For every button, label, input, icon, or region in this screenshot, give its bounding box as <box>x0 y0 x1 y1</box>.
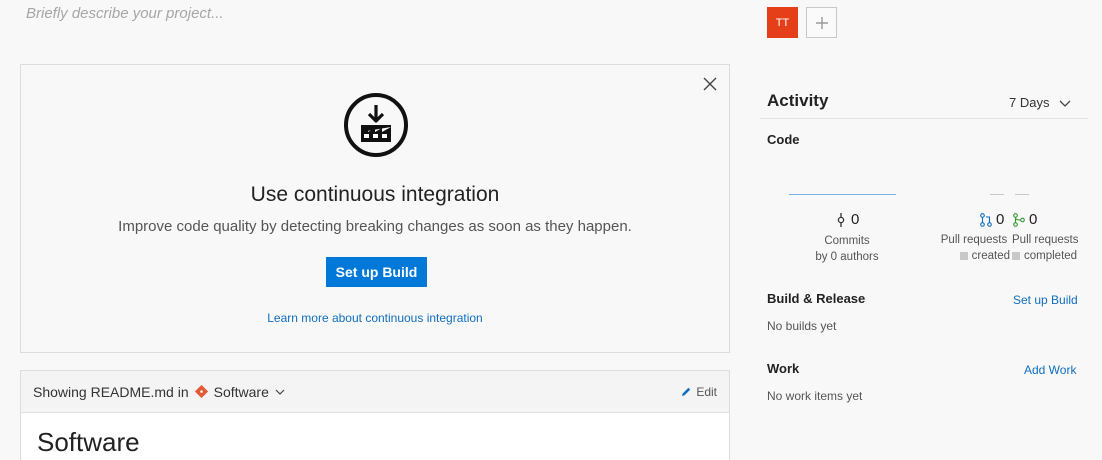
project-description-input[interactable]: Briefly describe your project... <box>26 5 224 22</box>
activity-range-label: 7 Days <box>1009 95 1050 110</box>
commits-sparkline <box>789 194 896 195</box>
learn-more-ci-link[interactable]: Learn more about continuous integration <box>21 311 729 325</box>
pencil-icon <box>682 387 691 396</box>
readme-showing-label: Showing README.md in <box>33 383 189 400</box>
commits-stat[interactable]: 0 <box>835 211 859 228</box>
pr-created-label: Pull requests <box>940 234 1008 246</box>
build-factory-icon <box>344 93 408 157</box>
edit-label: Edit <box>696 384 717 399</box>
ci-title: Use continuous integration <box>250 183 500 206</box>
close-icon[interactable] <box>701 75 719 93</box>
commits-caption: Commits by 0 authors <box>800 233 894 265</box>
merge-icon <box>1013 212 1025 227</box>
readme-title: Software <box>37 427 140 457</box>
add-work-link[interactable]: Add Work <box>1024 363 1076 377</box>
pull-request-icon <box>980 212 992 227</box>
code-section-label: Code <box>767 132 800 147</box>
project-overview: Briefly describe your project... Use con… <box>0 0 1102 460</box>
commit-icon <box>837 212 845 227</box>
ci-card: Use continuous integration Improve code … <box>20 64 730 353</box>
edit-readme-button[interactable]: Edit <box>680 385 717 399</box>
pr-completed-caption: Pull requests completed <box>1012 232 1084 264</box>
plus-icon <box>815 16 828 29</box>
pr-completed-stat[interactable]: 0 <box>1013 211 1037 228</box>
pr-completed-sub: completed <box>1024 250 1078 262</box>
pr-completed-sparkline <box>1015 194 1029 195</box>
repo-selector[interactable]: Software <box>194 383 285 400</box>
work-status: No work items yet <box>767 389 863 403</box>
pr-created-sub: created <box>971 250 1010 262</box>
setup-build-button[interactable]: Set up Build <box>326 257 427 287</box>
commits-label: Commits <box>824 235 870 247</box>
ci-subtitle: Improve code quality by detecting breaki… <box>118 218 632 235</box>
repo-name: Software <box>213 383 269 400</box>
pr-completed-count: 0 <box>1029 211 1038 228</box>
readme-panel: Showing README.md in Software Edit Softw… <box>20 370 730 460</box>
chevron-down-icon <box>275 389 285 395</box>
builds-status: No builds yet <box>767 319 837 333</box>
readme-header: Showing README.md in Software Edit <box>21 371 729 413</box>
legend-square <box>1012 251 1020 260</box>
pr-created-caption: Pull requests created <box>938 232 1010 264</box>
pr-completed-label: Pull requests <box>1012 234 1079 246</box>
commits-count: 0 <box>851 211 860 228</box>
build-release-label: Build & Release <box>767 291 866 306</box>
pr-created-stat[interactable]: 0 <box>980 211 1004 228</box>
pr-created-count: 0 <box>996 211 1005 228</box>
setup-build-link[interactable]: Set up Build <box>1013 293 1078 307</box>
chevron-down-icon <box>1060 100 1071 107</box>
commits-authors: by 0 authors <box>815 251 879 263</box>
git-repo-icon <box>194 385 208 398</box>
avatar[interactable]: TT <box>767 7 798 38</box>
divider <box>760 118 1088 119</box>
pr-created-sparkline <box>990 194 1004 195</box>
add-member-button[interactable] <box>806 7 837 38</box>
activity-range-dropdown[interactable]: 7 Days <box>1009 95 1071 110</box>
activity-title: Activity <box>767 91 829 110</box>
legend-square <box>959 251 968 260</box>
work-label: Work <box>767 361 800 376</box>
